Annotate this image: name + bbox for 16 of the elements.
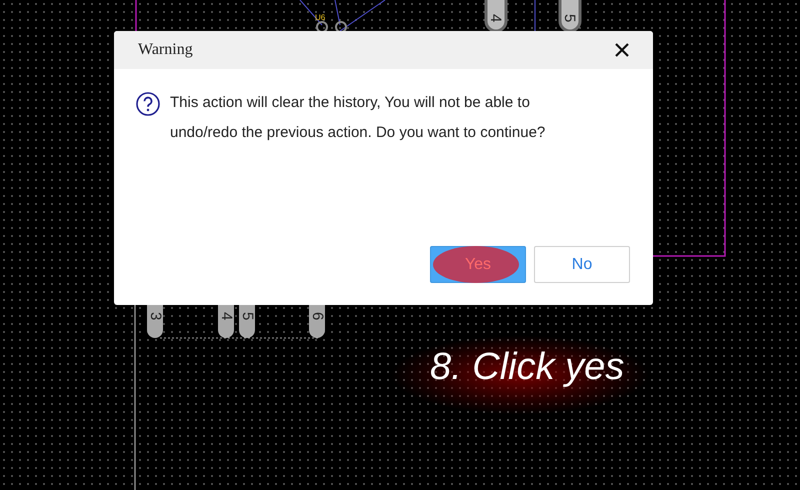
step-caption: 8. Click yes — [430, 346, 624, 389]
pad-number: 5 — [239, 312, 256, 320]
question-icon — [136, 92, 160, 116]
close-icon — [615, 43, 629, 57]
pad-number: 4 — [487, 14, 504, 22]
pad-number: 5 — [561, 14, 578, 22]
pad-number: 6 — [309, 312, 326, 320]
pad — [558, 0, 582, 32]
dialog-message: This action will clear the history, You will not be able to undo/redo the previous action. Do you want to continue? — [170, 93, 546, 143]
dialog-title: Warning — [138, 41, 193, 59]
cancel-button[interactable]: No — [534, 246, 630, 283]
close-button[interactable] — [613, 41, 631, 59]
pad — [484, 0, 508, 32]
component-label: U6 — [315, 13, 326, 22]
pad-number: 4 — [218, 312, 235, 320]
pad-number: 3 — [147, 312, 164, 320]
